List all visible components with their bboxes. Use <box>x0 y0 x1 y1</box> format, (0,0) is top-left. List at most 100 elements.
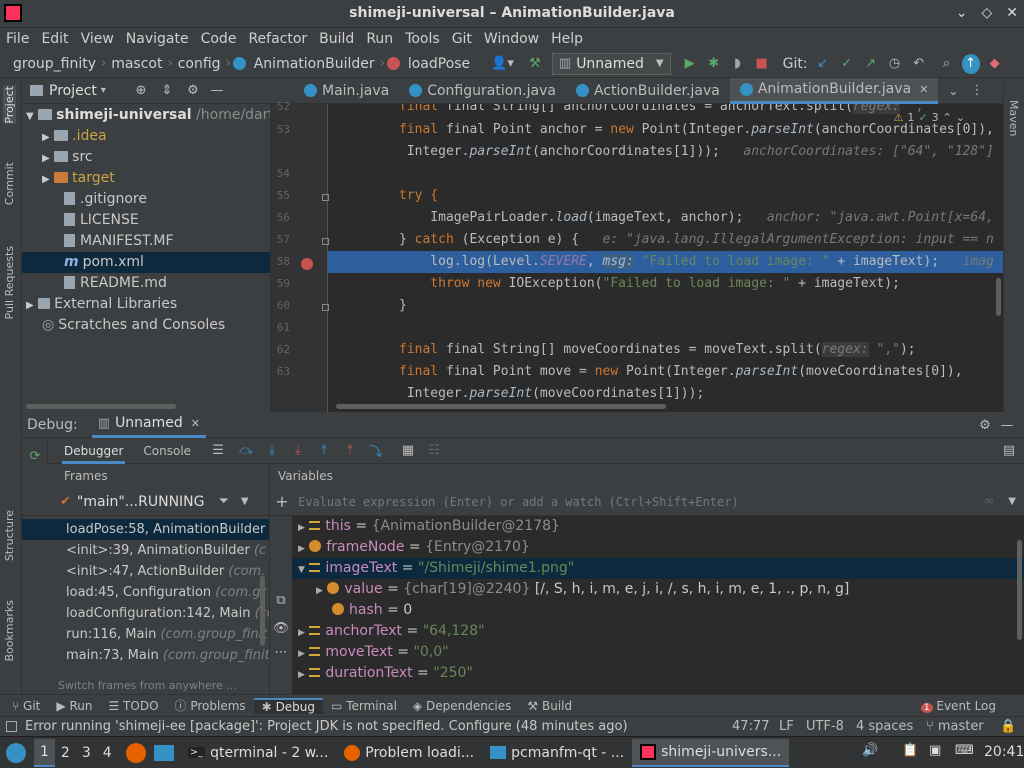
gear-icon[interactable]: ⚙ <box>184 81 202 101</box>
workspace-3[interactable]: 3 <box>76 739 97 767</box>
tool-project[interactable]: Project <box>3 86 16 124</box>
git-branch[interactable]: ⑂ master <box>926 719 984 734</box>
git-push-icon[interactable]: ↗ <box>862 54 880 74</box>
close-icon[interactable]: ✕ <box>1006 5 1018 21</box>
step-into-icon[interactable]: ⤓ <box>289 441 307 461</box>
breadcrumb-group-finity[interactable]: group_finity <box>10 56 99 72</box>
variable-row[interactable]: ▼ imageText = "/Shimeji/shime1.png" <box>292 558 1024 579</box>
close-icon[interactable]: ✕ <box>191 417 200 430</box>
watch-icon[interactable]: 👁 <box>272 618 290 638</box>
frame-item[interactable]: load:45, Configuration (com.gr <box>22 582 269 603</box>
coverage-icon[interactable]: ◗ <box>729 54 747 74</box>
workspace-1[interactable]: 1 <box>34 738 55 767</box>
user-icon[interactable]: 👤▾ <box>491 54 514 74</box>
jetbrains-logo-icon[interactable]: ◆ <box>986 54 1004 74</box>
workspace-4[interactable]: 4 <box>97 739 118 767</box>
menu-file[interactable]: File <box>0 31 35 47</box>
workspace-2[interactable]: 2 <box>55 739 76 767</box>
lock-icon[interactable]: 🔒 <box>1000 719 1016 734</box>
chevron-down-icon[interactable]: ▼ <box>241 496 249 507</box>
frame-item[interactable]: loadPose:58, AnimationBuilder <box>22 519 269 540</box>
tool-problems[interactable]: ⓘ Problems <box>167 697 254 714</box>
close-icon[interactable]: ✕ <box>919 83 928 96</box>
history-icon[interactable]: ◷ <box>886 54 904 74</box>
tab-console[interactable]: Console <box>143 444 191 458</box>
variable-row[interactable]: ▶ value = {char[19]@2240} [/, S, h, i, m… <box>292 579 1024 600</box>
breadcrumb-config[interactable]: config <box>175 56 224 72</box>
debug-session-tab[interactable]: ▥ Unnamed ✕ <box>91 412 206 438</box>
copy-icon[interactable]: ⧉ <box>272 590 290 610</box>
tool-dependencies[interactable]: ◈ Dependencies <box>405 699 519 713</box>
frame-item[interactable]: <init>:39, AnimationBuilder (c <box>22 540 269 561</box>
breadcrumb-mascot[interactable]: mascot <box>108 56 165 72</box>
volume-icon[interactable]: 🔊 <box>862 743 878 758</box>
tool-git[interactable]: ⑂ Git <box>4 699 48 713</box>
editor-hscrollbar[interactable] <box>336 404 666 409</box>
thread-selector[interactable]: ✔ "main"...RUNNING ⏷ ▼ <box>22 488 269 516</box>
tree-item-license[interactable]: LICENSE <box>22 210 270 231</box>
editor-scrollbar[interactable] <box>996 278 1001 316</box>
variable-row[interactable]: hash = 0 <box>292 600 1024 621</box>
run-to-cursor-icon[interactable]: ⤵ <box>367 441 385 461</box>
tool-debug[interactable]: ✱ Debug <box>253 697 324 714</box>
stop-icon[interactable]: ■ <box>753 54 771 74</box>
network-icon[interactable]: ▣ <box>929 743 941 758</box>
tree-item-scratches[interactable]: ◎ Scratches and Consoles <box>22 315 270 336</box>
menu-git[interactable]: Git <box>446 31 478 47</box>
variable-row[interactable]: ▶ anchorText = "64,128" <box>292 621 1024 642</box>
variable-row[interactable]: ▶ this = {AnimationBuilder@2178} <box>292 516 1024 537</box>
show-execution-point-icon[interactable]: ⤼ <box>237 441 255 461</box>
more-icon[interactable]: ⋯ <box>272 642 290 662</box>
variable-row[interactable]: ▶ moveText = "0,0" <box>292 642 1024 663</box>
firefox-icon[interactable] <box>125 742 146 763</box>
tree-item-manifest[interactable]: MANIFEST.MF <box>22 231 270 252</box>
breadcrumb-animationbuilder[interactable]: AnimationBuilder <box>251 56 378 72</box>
layout-icon[interactable]: ☰ <box>209 441 227 461</box>
breadcrumb-loadpose[interactable]: loadPose <box>405 56 473 72</box>
debug-icon[interactable]: ✱ <box>705 54 723 74</box>
drop-frame-icon[interactable]: ⤒ <box>341 441 359 461</box>
tool-pull-requests[interactable]: Pull Requests <box>3 246 16 319</box>
tab-actionbuilder-java[interactable]: ActionBuilder.java <box>566 78 730 104</box>
indent-setting[interactable]: 4 spaces <box>856 719 913 734</box>
menu-view[interactable]: View <box>75 31 120 47</box>
chevron-down-icon[interactable]: ▾ <box>101 85 106 96</box>
editor-gutter[interactable]: 52 53 54 55 56 57 58 59 60 61 62 63 <box>270 100 329 412</box>
gear-icon[interactable]: ⚙ <box>976 415 994 435</box>
maximize-icon[interactable]: ◇ <box>981 5 992 21</box>
collapse-all-icon[interactable]: ⇕ <box>158 81 176 101</box>
task-intellij[interactable]: shimeji-univers... <box>632 738 790 767</box>
tool-bookmarks[interactable]: Bookmarks <box>3 600 16 661</box>
file-encoding[interactable]: UTF-8 <box>806 719 844 734</box>
tool-run[interactable]: ▶ Run <box>48 699 100 713</box>
menu-tools[interactable]: Tools <box>399 31 446 47</box>
run-icon[interactable]: ▶ <box>681 54 699 74</box>
minimize-icon[interactable]: ⌄ <box>956 5 968 21</box>
variable-row[interactable]: ▶ durationText = "250" <box>292 663 1024 684</box>
tool-terminal[interactable]: ▭ Terminal <box>323 699 405 713</box>
git-commit-icon[interactable]: ✓ <box>838 54 856 74</box>
breakpoint-icon[interactable] <box>301 258 313 270</box>
clock[interactable]: 20:41 <box>984 744 1024 760</box>
variables-scrollbar[interactable] <box>1017 540 1022 640</box>
start-menu-icon[interactable] <box>6 742 26 763</box>
tool-commit[interactable]: Commit <box>3 162 16 205</box>
code-area[interactable]: final final String[] anchorCoordinates =… <box>328 104 1003 412</box>
frame-item[interactable]: loadConfiguration:142, Main (co <box>22 603 269 624</box>
variable-row[interactable]: ▶ frameNode = {Entry@2170} <box>292 537 1024 558</box>
hide-icon[interactable]: — <box>998 415 1016 435</box>
tool-structure[interactable]: Structure <box>3 510 16 561</box>
layout-settings-icon[interactable]: ▤ <box>1000 441 1018 461</box>
tool-todo[interactable]: ☰ TODO <box>100 699 166 713</box>
more-icon[interactable]: ⋮ <box>970 83 983 98</box>
chevron-down-icon[interactable]: ▼ <box>1008 496 1016 507</box>
tool-build[interactable]: ⚒ Build <box>519 699 580 713</box>
search-icon[interactable]: ⌕ <box>938 54 956 74</box>
add-watch-icon[interactable]: + <box>272 492 292 512</box>
tool-event-log[interactable]: 1 Event Log <box>913 699 1004 713</box>
rollback-icon[interactable]: ↶ <box>910 54 928 74</box>
tab-animationbuilder-java[interactable]: AnimationBuilder.java ✕ <box>729 77 939 104</box>
tree-item-idea[interactable]: ▶ .idea <box>22 126 270 147</box>
build-hammer-icon[interactable]: ⚒ <box>526 54 544 74</box>
filter-icon[interactable]: ⏷ <box>219 494 229 509</box>
